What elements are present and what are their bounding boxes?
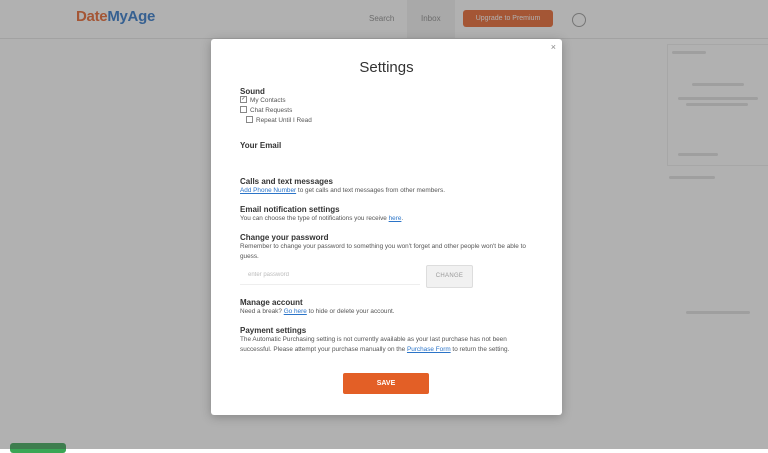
payment-description: The Automatic Purchasing setting is not … bbox=[240, 335, 540, 354]
calls-description: Add Phone Number to get calls and text m… bbox=[240, 187, 445, 194]
password-input[interactable] bbox=[240, 266, 420, 285]
sound-option-chat-requests[interactable]: Chat Requests bbox=[240, 106, 293, 115]
change-password-button[interactable]: CHANGE bbox=[426, 265, 473, 288]
notifications-heading: Email notification settings bbox=[240, 205, 340, 214]
modal-title: Settings bbox=[359, 59, 414, 76]
checkbox-icon[interactable] bbox=[240, 106, 247, 113]
sound-option-my-contacts[interactable]: ✓ My Contacts bbox=[240, 96, 286, 105]
purchase-form-link[interactable]: Purchase Form bbox=[407, 346, 451, 353]
add-phone-number-link[interactable]: Add Phone Number bbox=[240, 187, 296, 194]
manage-account-description: Need a break? Go here to hide or delete … bbox=[240, 308, 395, 315]
payment-suffix: to return the setting. bbox=[450, 345, 510, 353]
notifications-here-link[interactable]: here bbox=[389, 215, 402, 222]
go-here-link[interactable]: Go here bbox=[284, 308, 307, 315]
sound-option-repeat-until-read[interactable]: Repeat Until I Read bbox=[246, 116, 312, 125]
checkbox-icon[interactable] bbox=[246, 116, 253, 123]
notifications-suffix: . bbox=[401, 215, 404, 222]
manage-account-heading: Manage account bbox=[240, 298, 303, 307]
calls-heading: Calls and text messages bbox=[240, 177, 333, 186]
payment-heading: Payment settings bbox=[240, 326, 307, 335]
notifications-description: You can choose the type of notifications… bbox=[240, 215, 403, 222]
checkbox-label: Chat Requests bbox=[250, 107, 293, 115]
sound-heading: Sound bbox=[240, 87, 265, 96]
checkbox-label: Repeat Until I Read bbox=[256, 117, 312, 125]
email-heading: Your Email bbox=[240, 141, 282, 150]
password-heading: Change your password bbox=[240, 233, 329, 242]
checkbox-label: My Contacts bbox=[250, 97, 286, 105]
save-button[interactable]: SAVE bbox=[343, 373, 429, 394]
calls-text: to get calls and text messages from othe… bbox=[296, 187, 445, 194]
settings-modal: × Settings Sound ✓ My Contacts Chat Reque… bbox=[211, 39, 562, 415]
notifications-text: You can choose the type of notifications… bbox=[240, 215, 389, 222]
account-suffix: to hide or delete your account. bbox=[306, 308, 395, 315]
close-icon[interactable]: × bbox=[551, 42, 556, 52]
checkbox-checked-icon[interactable]: ✓ bbox=[240, 96, 247, 103]
password-description: Remember to change your password to some… bbox=[240, 243, 526, 260]
account-text: Need a break? bbox=[240, 308, 284, 315]
